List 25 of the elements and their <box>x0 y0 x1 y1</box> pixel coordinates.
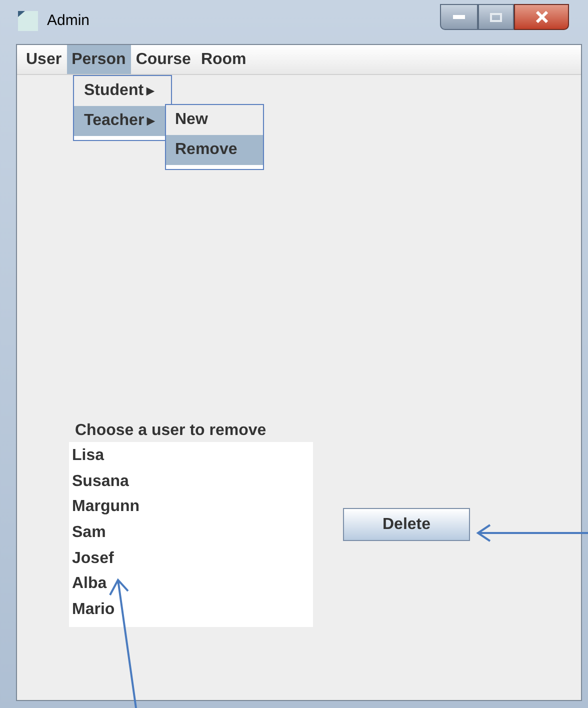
list-item[interactable]: Lisa <box>72 444 104 468</box>
menu-entry[interactable]: Student ▶ <box>74 76 171 106</box>
list-item[interactable]: Mario <box>72 598 115 622</box>
list-item[interactable]: Alba <box>72 572 107 596</box>
window-title: Admin <box>47 11 90 31</box>
submenu-arrow-icon: ▶ <box>146 84 155 98</box>
app-icon <box>18 11 38 31</box>
close-icon <box>534 11 548 23</box>
submenu-arrow-icon: ▶ <box>147 114 156 128</box>
menu-item[interactable]: Room <box>196 45 252 74</box>
delete-button[interactable]: Delete <box>343 508 470 541</box>
close-button[interactable] <box>514 4 569 30</box>
menu-entry[interactable]: New <box>166 105 263 135</box>
menu-item[interactable]: Person <box>66 45 131 74</box>
list-item[interactable]: Margunn <box>72 495 140 520</box>
user-list[interactable]: Lisa Susana Margunn Sam Josef Alba Mario <box>69 442 313 627</box>
maximize-button[interactable] <box>478 4 514 30</box>
menu-entry[interactable]: Remove <box>166 135 263 165</box>
minimize-button[interactable] <box>440 4 478 30</box>
prompt-label: Choose a user to remove <box>75 421 268 441</box>
list-item[interactable]: Susana <box>72 470 129 494</box>
list-item[interactable]: Josef <box>72 546 114 571</box>
menu-item[interactable]: Course <box>130 45 196 74</box>
list-item[interactable]: Sam <box>72 520 106 545</box>
menu-item[interactable]: User <box>21 45 67 74</box>
